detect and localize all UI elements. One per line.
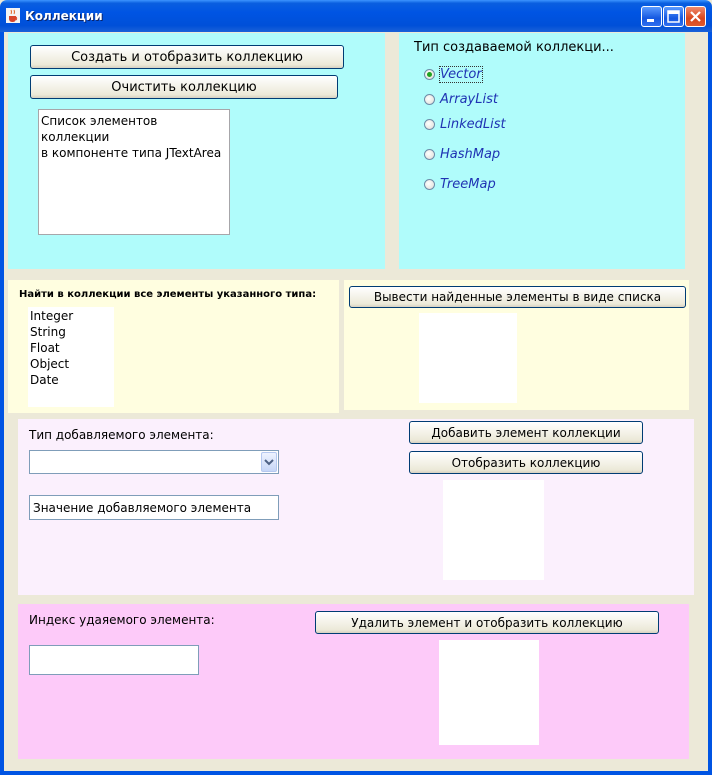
list-item[interactable]: String [28,324,114,340]
close-button[interactable] [685,6,706,27]
chevron-down-icon [264,459,274,466]
create-panel: Создать и отобразить коллекцию Очистить … [8,33,385,269]
find-heading: Найти в коллекции все элементы указанног… [19,289,317,300]
remove-result-area[interactable] [439,640,539,745]
list-item[interactable]: Float [28,340,114,356]
remove-index-heading: Индекс удаяемого элемента: [29,613,215,627]
radio-vector[interactable]: Vector [424,66,524,85]
radio-label: LinkedList [440,117,506,132]
create-and-show-button[interactable]: Создать и отобразить коллекцию [30,45,344,69]
maximize-icon [667,10,680,23]
radio-button[interactable] [424,69,435,80]
combobox-dropdown-button[interactable] [261,452,277,472]
java-cup-icon [6,8,20,23]
maximize-button[interactable] [663,6,684,27]
value-input-text: Значение добавляемого элемента [33,501,252,515]
remove-index-input[interactable] [29,645,199,675]
show-collection-button[interactable]: Отобразить коллекцию [409,451,643,474]
window-title: Коллекции [25,9,103,23]
radio-button[interactable] [424,94,435,105]
add-type-heading: Тип добавляемого элемента: [29,428,214,442]
radio-linkedlist[interactable]: LinkedList [424,117,524,135]
textarea-line: Список элементов коллекции [41,114,158,144]
find-panel: Найти в коллекции все элементы указанног… [8,280,339,413]
radio-button[interactable] [424,149,435,160]
list-item[interactable]: Date [28,372,114,388]
found-elements-panel: Вывести найденные элементы в виде списка [344,280,689,410]
add-element-button[interactable]: Добавить элемент коллекции [409,421,643,444]
radio-treemap[interactable]: TreeMap [424,177,524,195]
collection-type-heading: Тип создаваемой коллекци... [414,40,614,55]
radio-arraylist[interactable]: ArrayList [424,92,524,110]
list-item[interactable]: Object [28,356,114,372]
remove-and-show-button[interactable]: Удалить элемент и отобразить коллекцию [315,611,659,634]
radio-label: HashMap [440,147,501,162]
collection-type-panel: Тип создаваемой коллекци... Vector Array… [399,33,685,269]
close-icon [690,11,701,22]
found-elements-list[interactable] [419,313,517,403]
collection-textarea[interactable]: Список элементов коллекции в компоненте … [38,109,230,235]
remove-element-panel: Индекс удаяемого элемента: Удалить элеме… [18,604,689,759]
radio-hashmap[interactable]: HashMap [424,147,524,165]
element-type-combobox[interactable] [29,450,279,474]
collection-view-area[interactable] [443,480,544,580]
radio-button[interactable] [424,119,435,130]
element-value-input[interactable]: Значение добавляемого элемента [29,495,279,520]
radio-label: Vector [439,66,483,83]
add-element-panel: Тип добавляемого элемента: Значение доба… [18,419,694,595]
minimize-button[interactable] [641,6,662,27]
output-found-button[interactable]: Вывести найденные элементы в виде списка [349,286,686,308]
clear-collection-button[interactable]: Очистить коллекцию [30,75,338,99]
textarea-line: в компоненте типа JTextArea [41,146,222,160]
radio-label: ArrayList [440,92,498,107]
radio-button[interactable] [424,179,435,190]
radio-selected-dot [427,72,432,77]
list-item[interactable]: Integer [28,308,114,324]
title-bar[interactable]: Коллекции [0,0,712,32]
radio-label: TreeMap [440,177,496,192]
type-list[interactable]: Integer String Float Object Date [28,307,114,407]
minimize-icon [647,19,654,22]
